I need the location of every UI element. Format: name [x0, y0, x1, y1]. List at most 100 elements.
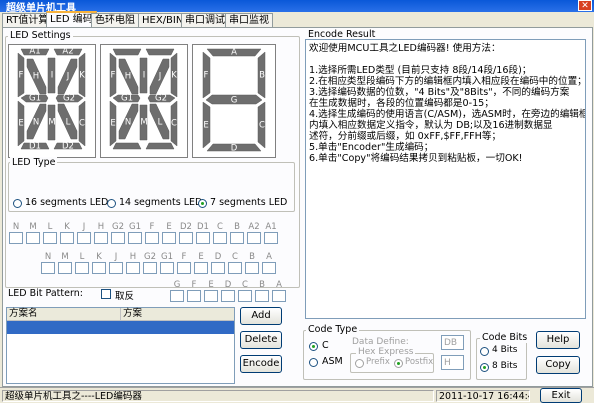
radio-14seg[interactable]: [107, 199, 116, 208]
bit-position-input[interactable]: [94, 232, 108, 244]
close-icon[interactable]: ✕: [578, 0, 592, 11]
led7-display[interactable]: A F B G E C D: [192, 44, 276, 158]
bit-cell: G1: [159, 252, 175, 274]
bit-label: A1: [265, 222, 277, 232]
led14-display[interactable]: A F H I J K G1 G2 E N M L C D: [100, 44, 188, 158]
bit-pattern-label: LED Bit Pattern:: [8, 288, 83, 299]
bit-position-input[interactable]: [230, 232, 244, 244]
radio-14seg-label: 14 segments LED: [119, 197, 203, 208]
bit-cell: E: [203, 280, 219, 302]
bit-position-input[interactable]: [75, 262, 89, 274]
bit-position-input[interactable]: [111, 232, 125, 244]
svg-text:G1: G1: [29, 94, 41, 104]
bit-position-input[interactable]: [109, 262, 123, 274]
bit-position-input[interactable]: [238, 290, 252, 302]
led14-svg: A F H I J K G1 G2 E N M L C D: [109, 47, 178, 152]
bit-label: L: [47, 222, 53, 232]
bit-position-input[interactable]: [187, 290, 201, 302]
bit-position-input[interactable]: [128, 232, 142, 244]
svg-text:F: F: [111, 71, 116, 81]
bit-position-input[interactable]: [143, 262, 157, 274]
radio-prefix[interactable]: [355, 359, 364, 368]
add-button[interactable]: Add: [240, 307, 282, 325]
tab-led-encode[interactable]: LED 编码: [46, 11, 97, 28]
table-header-name[interactable]: 方案名: [7, 308, 121, 321]
svg-text:C: C: [79, 119, 85, 129]
bit-label: G1: [161, 252, 173, 262]
bit-position-input[interactable]: [145, 232, 159, 244]
encode-result-textarea[interactable]: 欢迎使用MCU工具之LED编码器! 使用方法： 1.选择所需LED类型 (目前只支…: [305, 39, 586, 319]
invert-checkbox[interactable]: [101, 289, 111, 299]
delete-button[interactable]: Delete: [240, 331, 282, 349]
result-line: 6.单击"Copy"将编码结果拷贝到粘贴板，一切OK!: [309, 153, 523, 164]
table-row[interactable]: [7, 321, 234, 334]
radio-asm[interactable]: [309, 358, 318, 367]
tab-serial-debug[interactable]: 串口调试: [181, 13, 229, 27]
bit-label: A: [276, 280, 282, 290]
bit-cell: G: [169, 280, 185, 302]
bit-position-input[interactable]: [264, 232, 278, 244]
bit-position-input[interactable]: [58, 262, 72, 274]
bit-position-input[interactable]: [247, 232, 261, 244]
help-button[interactable]: Help: [536, 331, 580, 349]
bit-position-input[interactable]: [228, 262, 242, 274]
bit-position-input[interactable]: [43, 232, 57, 244]
scheme-table[interactable]: 方案名 方案: [6, 307, 235, 384]
table-header-scheme[interactable]: 方案: [121, 308, 234, 321]
tab-hex-bin[interactable]: HEX/BIN: [138, 13, 188, 27]
encode-button[interactable]: Encode: [240, 355, 282, 373]
radio-4bits[interactable]: [480, 347, 489, 356]
invert-label: 取反: [115, 291, 135, 302]
data-define-input[interactable]: DB: [441, 335, 464, 350]
bit-cell: B: [229, 222, 245, 244]
bit-position-input[interactable]: [272, 290, 286, 302]
radio-8bits[interactable]: [480, 363, 489, 372]
bit-position-input[interactable]: [262, 262, 276, 274]
radio-prefix-label: Prefix: [366, 357, 390, 367]
exit-button[interactable]: Exit: [540, 388, 582, 403]
radio-7seg-label: 7 segments LED: [210, 197, 288, 208]
bit-position-input[interactable]: [204, 290, 218, 302]
svg-text:K: K: [79, 71, 85, 81]
bit-position-input[interactable]: [221, 290, 235, 302]
bit-position-input[interactable]: [41, 262, 55, 274]
bit-label: C: [242, 280, 248, 290]
bit-position-input[interactable]: [211, 262, 225, 274]
bit-label: K: [96, 252, 102, 262]
radio-postfix[interactable]: [394, 359, 403, 368]
svg-text:A: A: [141, 47, 147, 57]
bit-cell: H: [93, 222, 109, 244]
radio-16seg[interactable]: [13, 199, 22, 208]
bit-position-input[interactable]: [196, 232, 210, 244]
led16-display-1[interactable]: A1 A2 F H I J K G1 G2 E N M L C D1 D2: [8, 44, 96, 158]
radio-7seg[interactable]: [198, 199, 207, 208]
result-line: 1.选择所需LED类型 (目前只支持 8段/14段/16段)；: [309, 65, 532, 76]
bit-cell: C: [237, 280, 253, 302]
tab-rt-calc[interactable]: RT值计算: [2, 13, 53, 27]
tab-serial-monitor[interactable]: 串口监视: [225, 13, 273, 27]
bit-position-input[interactable]: [77, 232, 91, 244]
bit-position-input[interactable]: [26, 232, 40, 244]
radio-c[interactable]: [309, 342, 318, 351]
bit-position-input[interactable]: [126, 262, 140, 274]
svg-text:N: N: [33, 118, 39, 128]
bit-position-input[interactable]: [170, 290, 184, 302]
bit-position-input[interactable]: [245, 262, 259, 274]
bit-position-input[interactable]: [162, 232, 176, 244]
bit-position-input[interactable]: [60, 232, 74, 244]
bit-position-input[interactable]: [213, 232, 227, 244]
bit-position-input[interactable]: [92, 262, 106, 274]
copy-button[interactable]: Copy: [536, 356, 580, 374]
bit-position-input[interactable]: [179, 232, 193, 244]
bit-label: E: [198, 252, 204, 262]
bit-position-input[interactable]: [160, 262, 174, 274]
bit-position-input[interactable]: [194, 262, 208, 274]
bit-cell: A1: [263, 222, 279, 244]
tab-color-resistor[interactable]: 色环电阻: [91, 13, 139, 27]
bit-position-input[interactable]: [177, 262, 191, 274]
hex-express-input[interactable]: H: [441, 355, 464, 370]
bit-position-input[interactable]: [255, 290, 269, 302]
svg-text:E: E: [110, 119, 115, 129]
bit-label: J: [82, 222, 86, 232]
bit-position-input[interactable]: [9, 232, 23, 244]
